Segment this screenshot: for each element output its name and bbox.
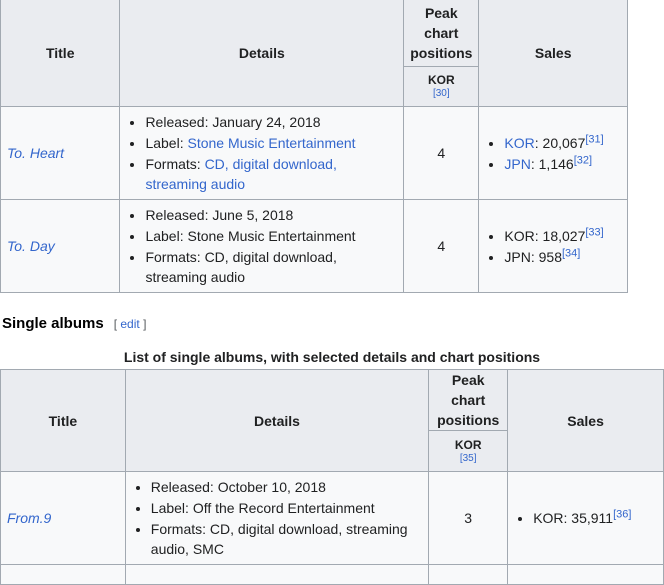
- sales-item: JPN: 958[34]: [504, 247, 621, 267]
- citation-ref[interactable]: [36]: [613, 508, 631, 520]
- header-sales: Sales: [507, 369, 664, 472]
- detail-formats: Formats: CD, digital download, streaming…: [151, 519, 422, 559]
- sales-item: KOR: 35,911[36]: [533, 508, 657, 528]
- album-title-link[interactable]: To. Heart: [7, 145, 64, 161]
- kor-ref[interactable]: [30]: [410, 87, 472, 100]
- citation-ref[interactable]: [33]: [585, 226, 603, 238]
- table-caption: List of single albums, with selected det…: [123, 349, 541, 365]
- studio-albums-table: Title Details Peak chart positions Sales…: [0, 0, 628, 293]
- header-title: Title: [0, 0, 121, 107]
- peak-kor-value: 3: [428, 471, 509, 565]
- header-sales: Sales: [478, 0, 628, 107]
- album-title-link[interactable]: From.9: [7, 510, 51, 526]
- album-details-cell: Released: June 5, 2018 Label: Stone Musi…: [119, 199, 405, 293]
- section-heading: Single albums [ edit ]: [2, 315, 146, 332]
- table-row: [0, 564, 664, 585]
- detail-released: Released: January 24, 2018: [145, 112, 397, 132]
- detail-released: Released: October 10, 2018: [151, 477, 422, 497]
- album-details-cell: Released: October 10, 2018 Label: Off th…: [124, 471, 430, 565]
- sales-cell: KOR: 35,911[36]: [507, 471, 664, 565]
- header-title: Title: [0, 369, 126, 472]
- citation-ref[interactable]: [31]: [585, 133, 603, 145]
- header-kor: KOR [35]: [428, 430, 509, 472]
- detail-released: Released: June 5, 2018: [145, 205, 397, 225]
- detail-label: Label: Off the Record Entertainment: [151, 498, 422, 518]
- sales-item: KOR: 20,067[31]: [504, 133, 621, 153]
- sales-cell: KOR: 20,067[31] JPN: 1,146[32]: [478, 106, 628, 200]
- sales-item: JPN: 1,146[32]: [504, 154, 621, 174]
- kor-link[interactable]: KOR: [435, 438, 501, 452]
- edit-link[interactable]: edit: [120, 317, 139, 331]
- sales-cell: KOR: 18,027[33] JPN: 958[34]: [478, 199, 628, 293]
- header-peak-chart-positions: Peak chart positions: [428, 369, 509, 431]
- next-row-cell: [0, 564, 126, 585]
- next-row-cell: [507, 564, 664, 585]
- detail-label: Label: Stone Music Entertainment: [145, 133, 397, 153]
- country-link[interactable]: JPN: [504, 156, 530, 172]
- citation-ref[interactable]: [34]: [562, 247, 580, 259]
- country-text: JPN: [504, 248, 531, 265]
- header-kor: KOR [30]: [403, 66, 480, 107]
- detail-formats: Formats: CD, digital download, streaming…: [145, 247, 397, 287]
- header-details: Details: [119, 0, 405, 107]
- country-link[interactable]: KOR: [504, 135, 534, 151]
- album-title-link[interactable]: To. Day: [7, 238, 55, 254]
- edit-section: [ edit ]: [113, 317, 147, 331]
- sales-item: KOR: 18,027[33]: [504, 226, 621, 246]
- next-row-cell: [428, 564, 509, 585]
- peak-kor-value: 4: [403, 106, 480, 200]
- label-link[interactable]: Stone Music Entertainment: [187, 135, 355, 151]
- header-details: Details: [124, 369, 430, 472]
- album-details-cell: Released: January 24, 2018 Label: Stone …: [119, 106, 405, 200]
- label-text: Stone Music Entertainment: [187, 228, 356, 244]
- table-row: To. Heart Released: January 24, 2018 Lab…: [0, 106, 628, 200]
- detail-label: Label: Stone Music Entertainment: [145, 226, 397, 246]
- detail-formats: Formats: CD, digital download, streaming…: [145, 154, 397, 194]
- section-title: Single albums: [2, 315, 104, 332]
- label-text: Off the Record Entertainment: [192, 500, 375, 516]
- kor-link[interactable]: KOR: [410, 73, 472, 87]
- kor-ref[interactable]: [35]: [435, 452, 501, 465]
- single-albums-table: Title Details Peak chart positions Sales…: [0, 369, 664, 585]
- table-row: From.9 Released: October 10, 2018 Label:…: [0, 471, 664, 565]
- country-text: KOR: [533, 510, 564, 526]
- album-title-cell: From.9: [0, 471, 126, 565]
- album-title-cell: To. Day: [0, 199, 121, 293]
- peak-kor-value: 4: [403, 199, 480, 293]
- header-peak-chart-positions: Peak chart positions: [403, 0, 480, 67]
- country-text: KOR: [504, 227, 535, 244]
- table-row: To. Day Released: June 5, 2018 Label: St…: [0, 199, 628, 293]
- next-row-cell: [124, 564, 430, 585]
- album-title-cell: To. Heart: [0, 106, 121, 200]
- citation-ref[interactable]: [32]: [574, 154, 592, 166]
